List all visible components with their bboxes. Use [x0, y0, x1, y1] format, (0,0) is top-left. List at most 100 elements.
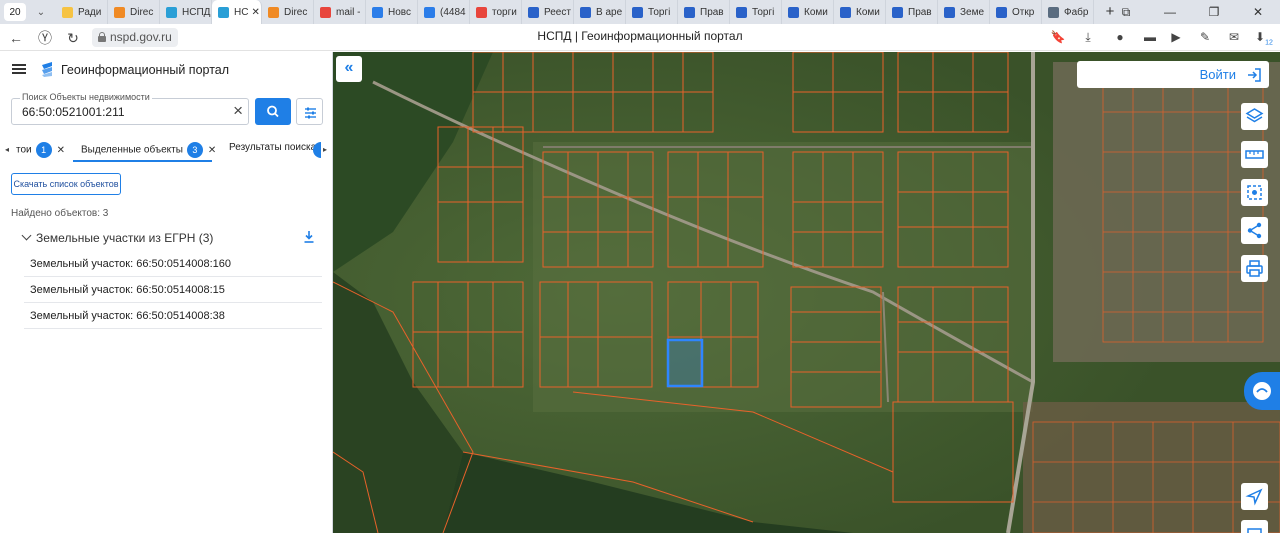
browser-tab[interactable]: НСПД	[160, 0, 212, 24]
browser-tab[interactable]: Торгі	[626, 0, 678, 24]
favicon-icon	[268, 6, 279, 18]
browser-tab[interactable]: Ради	[56, 0, 108, 24]
browser-tab-strip: 20 ⌄ Ради Direc НСПД НС ✕ Direc mail - Новс (448…	[0, 0, 1280, 24]
measure-button[interactable]	[1241, 141, 1268, 168]
group-header[interactable]: Земельные участки из ЕГРН (3)	[21, 230, 321, 247]
list-item[interactable]: Земельный участок: 66:50:0514008:160	[24, 251, 322, 277]
close-icon[interactable]: ✕	[208, 145, 216, 156]
select-area-button[interactable]	[1241, 179, 1268, 206]
close-icon[interactable]: ✕	[57, 145, 65, 156]
browser-tab[interactable]: Прав	[886, 0, 938, 24]
tab-count-badge: 3	[186, 142, 203, 158]
browser-tab[interactable]: Новс	[366, 0, 418, 24]
login-button[interactable]: Войти	[1077, 61, 1269, 88]
extension-icon[interactable]: ✉	[1226, 29, 1242, 45]
browser-tab[interactable]: Торгі	[730, 0, 782, 24]
url-text: nspd.gov.ru	[110, 30, 172, 44]
browser-tab[interactable]: Прав	[678, 0, 730, 24]
favicon-icon	[892, 6, 903, 18]
downloads-icon[interactable]: ⤓	[1080, 29, 1096, 45]
chevron-down-icon[interactable]	[21, 230, 32, 241]
browser-tab[interactable]: Direc	[108, 0, 160, 24]
map-control-button[interactable]	[1241, 520, 1268, 533]
print-button[interactable]	[1241, 255, 1268, 282]
download-icon[interactable]	[304, 231, 314, 243]
extension-icon[interactable]: ✎	[1197, 29, 1213, 45]
extension-icon[interactable]: ●	[1112, 29, 1128, 45]
list-item[interactable]: Земельный участок: 66:50:0514008:38	[24, 303, 322, 329]
tab-previous[interactable]: тои 1 ✕	[16, 142, 65, 162]
portal-logo-icon	[42, 62, 52, 77]
selected-parcel[interactable]	[666, 338, 704, 388]
filter-icon	[305, 107, 316, 119]
tab-panel-icon[interactable]: ⧉	[1104, 5, 1148, 20]
browser-tab[interactable]: Коми	[834, 0, 886, 24]
print-icon	[1246, 260, 1263, 277]
favicon-icon	[788, 6, 799, 18]
restore-button[interactable]: ❐	[1192, 5, 1236, 19]
tab-list: Ради Direc НСПД НС ✕ Direc mail - Новс (4484 торг…	[56, 0, 1094, 24]
bookmark-icon[interactable]: 🔖	[1050, 29, 1066, 45]
minimize-button[interactable]: —	[1148, 5, 1192, 19]
browser-tab[interactable]: Коми	[782, 0, 834, 24]
chevron-down-icon[interactable]: ⌄	[32, 7, 50, 18]
found-count: Найдено объектов: 3	[11, 208, 109, 219]
layers-button[interactable]	[1241, 103, 1268, 130]
tab-label: Прав	[700, 6, 724, 18]
filter-button[interactable]	[296, 98, 323, 125]
download-list-button[interactable]: Скачать список объектов	[11, 173, 121, 195]
locate-button[interactable]	[1241, 483, 1268, 510]
extension-icon[interactable]: ▬	[1142, 29, 1158, 45]
field-area	[533, 142, 1033, 412]
favicon-icon	[114, 6, 125, 18]
close-window-button[interactable]: ✕	[1236, 5, 1280, 19]
search-input[interactable]: Поиск Объекты недвижимости 66:50:0521001…	[11, 92, 249, 125]
browser-tab[interactable]: Direc	[262, 0, 314, 24]
search-value: 66:50:0521001:211	[22, 105, 125, 119]
feedback-button[interactable]	[1244, 372, 1280, 410]
browser-tab[interactable]: торги	[470, 0, 522, 24]
menu-icon[interactable]	[12, 64, 26, 74]
sidebar-panel: Геоинформационный портал Поиск Объекты н…	[0, 52, 333, 533]
tabs-scroll-right-icon[interactable]: ▸	[323, 145, 327, 154]
browser-tab[interactable]: Земе	[938, 0, 990, 24]
results-tabs: ◂ тои 1 ✕ Выделенные объекты 3 ✕ Результаты …	[0, 138, 333, 162]
share-button[interactable]	[1241, 217, 1268, 244]
map-control-icon	[1247, 528, 1262, 533]
yandex-icon[interactable]: Ⓨ	[35, 28, 55, 48]
browser-tab[interactable]: (4484	[418, 0, 470, 24]
close-icon[interactable]: ✕	[251, 7, 259, 18]
favicon-icon	[580, 6, 591, 18]
reload-icon[interactable]: ↻	[63, 28, 83, 48]
tab-search-results[interactable]: Результаты поиска	[229, 142, 316, 162]
tab-label: Результаты поиска	[229, 142, 317, 153]
extension-icon[interactable]: ▶	[1168, 29, 1184, 45]
tab-label: Торгі	[648, 6, 671, 18]
tab-label: Коми	[804, 6, 828, 18]
browser-tab[interactable]: mail -	[314, 0, 366, 24]
downloads-badge-icon[interactable]: ⬇12	[1255, 29, 1273, 46]
browser-tab[interactable]: Фабр	[1042, 0, 1094, 24]
browser-tab[interactable]: Реест	[522, 0, 574, 24]
url-field[interactable]: nspd.gov.ru	[92, 28, 178, 47]
tab-selected-objects[interactable]: Выделенные объекты 3 ✕	[81, 142, 216, 162]
favicon-icon	[528, 6, 539, 18]
map-view[interactable]: « Войти	[333, 52, 1280, 533]
lock-icon	[98, 32, 106, 42]
login-icon	[1248, 68, 1261, 82]
collapse-panel-button[interactable]: «	[336, 56, 362, 82]
back-icon[interactable]: ←	[6, 28, 26, 48]
tabs-scroll-left-icon[interactable]: ◂	[5, 145, 9, 154]
select-area-icon	[1247, 185, 1262, 200]
browser-tab[interactable]: Откр	[990, 0, 1042, 24]
tab-count-badge[interactable]: 20	[4, 3, 26, 21]
address-bar: ← Ⓨ ↻ nspd.gov.ru НСПД | Геоинформационн…	[0, 24, 1280, 51]
tab-label: Откр	[1012, 6, 1035, 18]
browser-tab[interactable]: В аре	[574, 0, 626, 24]
search-button[interactable]	[255, 98, 291, 125]
browser-tab[interactable]: НС ✕	[212, 0, 262, 24]
list-item[interactable]: Земельный участок: 66:50:0514008:15	[24, 277, 322, 303]
satellite-map[interactable]	[333, 52, 1280, 533]
clear-icon[interactable]: ×	[233, 101, 243, 121]
favicon-icon	[320, 6, 331, 18]
